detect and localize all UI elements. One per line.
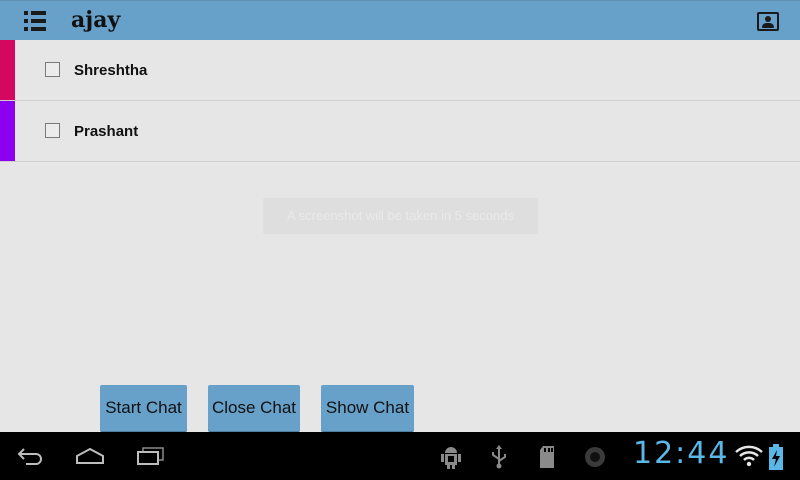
battery-charging-icon <box>769 444 783 470</box>
action-bar: ajay <box>0 0 800 40</box>
contact-color-strip <box>0 40 15 100</box>
record-icon <box>585 447 605 467</box>
start-chat-button[interactable]: Start Chat <box>100 385 187 431</box>
recent-apps-icon[interactable] <box>137 446 165 466</box>
contact-item-prashant[interactable]: Prashant <box>0 101 800 162</box>
contact-item-shreshtha[interactable]: Shreshtha <box>0 40 800 101</box>
toast-message: A screenshot will be taken in 5 seconds <box>263 198 538 234</box>
contact-name: Prashant <box>74 123 139 140</box>
show-chat-button[interactable]: Show Chat <box>321 385 414 431</box>
back-icon[interactable] <box>16 446 44 466</box>
android-debug-icon <box>441 447 461 469</box>
usb-icon <box>492 445 506 469</box>
home-icon[interactable] <box>75 447 105 465</box>
contact-name: Shreshtha <box>74 62 148 79</box>
list-menu-icon[interactable] <box>24 11 46 31</box>
close-chat-button[interactable]: Close Chat <box>208 385 300 431</box>
contact-checkbox[interactable] <box>45 62 60 77</box>
sd-card-icon <box>540 446 554 468</box>
contact-list: Shreshtha Prashant <box>0 40 800 162</box>
app-title: ajay <box>71 7 121 33</box>
status-clock: 12:44 <box>633 436 730 471</box>
wifi-icon <box>735 445 763 467</box>
contact-checkbox[interactable] <box>45 123 60 138</box>
contact-card-icon[interactable] <box>757 12 779 31</box>
contact-color-strip <box>0 101 15 161</box>
